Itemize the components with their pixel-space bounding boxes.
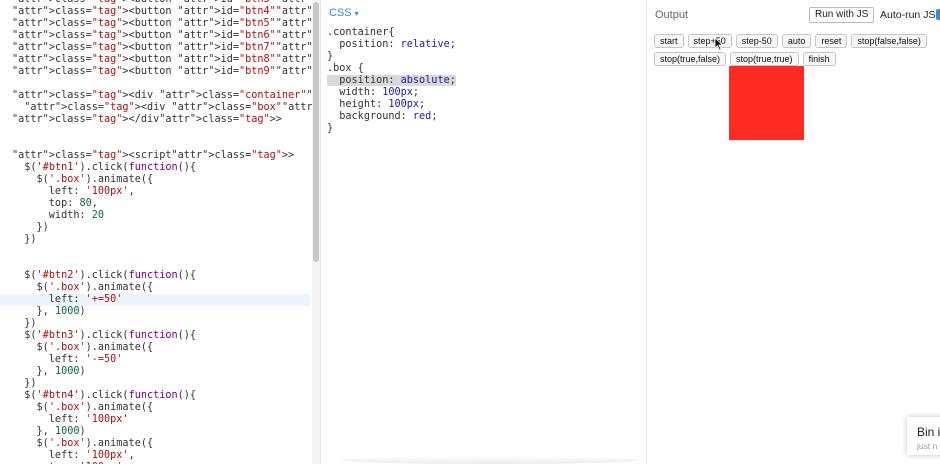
css-tab-label: CSS xyxy=(329,7,352,19)
toast-title: Bin i xyxy=(917,425,940,439)
css-code-lines: .container{ position: relative;} .box { p… xyxy=(327,27,456,135)
code-line[interactable]: $('.box').animate({ xyxy=(12,342,312,354)
code-editor-scrollbar[interactable] xyxy=(312,0,320,464)
chevron-down-icon: ▾ xyxy=(354,9,359,18)
css-code-line[interactable]: } xyxy=(327,51,456,63)
code-line[interactable]: }) xyxy=(12,234,312,246)
code-line[interactable]: "attr">class="tag"></div"attr">class="ta… xyxy=(12,114,312,126)
output-button-step-50[interactable]: step-50 xyxy=(735,34,778,48)
code-line[interactable]: $('.box').animate({ xyxy=(12,174,312,186)
css-tab-dropdown[interactable]: CSS ▾ xyxy=(329,7,359,19)
output-button-auto[interactable]: auto xyxy=(781,34,812,48)
output-button-stop-false-false[interactable]: stop(false,false) xyxy=(851,34,927,48)
mouse-pointer-icon xyxy=(714,37,724,51)
code-line[interactable]: }, 1000) xyxy=(12,306,312,318)
code-line[interactable]: "attr">class="tag"><button "attr">id="bt… xyxy=(12,66,312,78)
code-line[interactable]: left: '+=50' xyxy=(0,294,310,306)
pane-shadow xyxy=(341,456,641,464)
code-line[interactable]: }, 1000) xyxy=(12,426,312,438)
code-line[interactable]: "attr">class="tag"><button "attr">id="bt… xyxy=(12,54,312,66)
code-line[interactable]: "attr">class="tag"><button "attr">id="bt… xyxy=(12,42,312,54)
code-line[interactable]: top: 80, xyxy=(12,198,312,210)
code-line[interactable]: $('.box').animate({ xyxy=(12,438,312,450)
css-code-line[interactable]: position: absolute; xyxy=(327,75,456,87)
output-button-stop-true-true[interactable]: stop(true,true) xyxy=(730,52,799,66)
code-line[interactable]: left: '-=50' xyxy=(12,354,312,366)
code-line[interactable]: left: '100px', xyxy=(12,450,312,462)
output-title: Output xyxy=(655,9,689,21)
code-line[interactable]: "attr">class="tag"><button "attr">id="bt… xyxy=(12,6,312,18)
code-line[interactable]: "attr">class="tag"><script"attr">class="… xyxy=(12,150,312,162)
code-line[interactable]: }) xyxy=(12,318,312,330)
output-button-finish[interactable]: finish xyxy=(802,52,836,66)
output-button-step-50[interactable]: step+50 xyxy=(687,34,732,48)
css-code-line[interactable]: } xyxy=(327,123,456,135)
autorun-js-checkbox[interactable] xyxy=(936,9,940,20)
code-line[interactable]: left: '100px', xyxy=(12,186,312,198)
code-line[interactable]: left: '100px' xyxy=(12,414,312,426)
html-js-editor-pane[interactable]: "attr">class="tag"><button "attr">id="bt… xyxy=(0,0,312,464)
code-line[interactable]: "attr">class="tag"><button "attr">id="bt… xyxy=(12,30,312,42)
output-button-row: start step+50 step-50 auto reset stop(false,f… xyxy=(654,34,940,70)
css-code-line[interactable]: height: 100px; xyxy=(327,99,456,111)
animated-box xyxy=(729,66,804,140)
code-lines: "attr">class="tag"><button "attr">id="bt… xyxy=(0,0,312,464)
code-line[interactable] xyxy=(12,138,312,150)
css-code-line[interactable]: background: red; xyxy=(327,111,456,123)
css-code-line[interactable]: .box { xyxy=(327,63,456,75)
css-code-line[interactable]: .container{ xyxy=(327,27,456,39)
code-line[interactable]: width: 20 xyxy=(12,210,312,222)
code-line[interactable] xyxy=(12,126,312,138)
code-line[interactable] xyxy=(12,258,312,270)
code-line[interactable]: "attr">class="tag"><button "attr">id="bt… xyxy=(12,18,312,30)
code-editor-scrollbar-thumb[interactable] xyxy=(313,2,319,262)
code-line[interactable]: $('#btn1').click(function(){ xyxy=(12,162,312,174)
code-line[interactable]: }, 1000) xyxy=(12,366,312,378)
code-line[interactable] xyxy=(12,78,312,90)
code-line[interactable]: }) xyxy=(12,378,312,390)
output-button-start[interactable]: start xyxy=(654,34,684,48)
notification-toast[interactable]: Bin i just n xyxy=(907,417,940,455)
code-line[interactable]: $('.box').animate({ xyxy=(12,402,312,414)
css-code-line[interactable]: width: 100px; xyxy=(327,87,456,99)
css-code-line[interactable]: position: relative; xyxy=(327,39,456,51)
toast-subtitle: just n xyxy=(917,441,938,451)
code-line[interactable]: $('#btn3').click(function(){ xyxy=(12,330,312,342)
autorun-js-label: Auto-run JS xyxy=(880,9,936,21)
code-line[interactable]: $('#btn4').click(function(){ xyxy=(12,390,312,402)
code-line[interactable] xyxy=(12,246,312,258)
code-line[interactable]: $('#btn2').click(function(){ xyxy=(12,270,312,282)
output-button-reset[interactable]: reset xyxy=(815,34,848,48)
run-with-js-button[interactable]: Run with JS xyxy=(809,7,875,23)
output-pane: Output Run with JS Auto-run JS start step… xyxy=(646,0,940,464)
output-button-stop-true-false[interactable]: stop(true,false) xyxy=(654,52,727,66)
code-line[interactable]: }) xyxy=(12,222,312,234)
code-line[interactable]: "attr">class="tag"><div "attr">class="bo… xyxy=(12,102,312,114)
code-line[interactable]: $('.box').animate({ xyxy=(12,282,312,294)
code-line[interactable]: "attr">class="tag"><div "attr">class="co… xyxy=(12,90,312,102)
css-editor-pane[interactable]: CSS ▾ .container{ position: relative;} .bo… xyxy=(320,0,646,464)
